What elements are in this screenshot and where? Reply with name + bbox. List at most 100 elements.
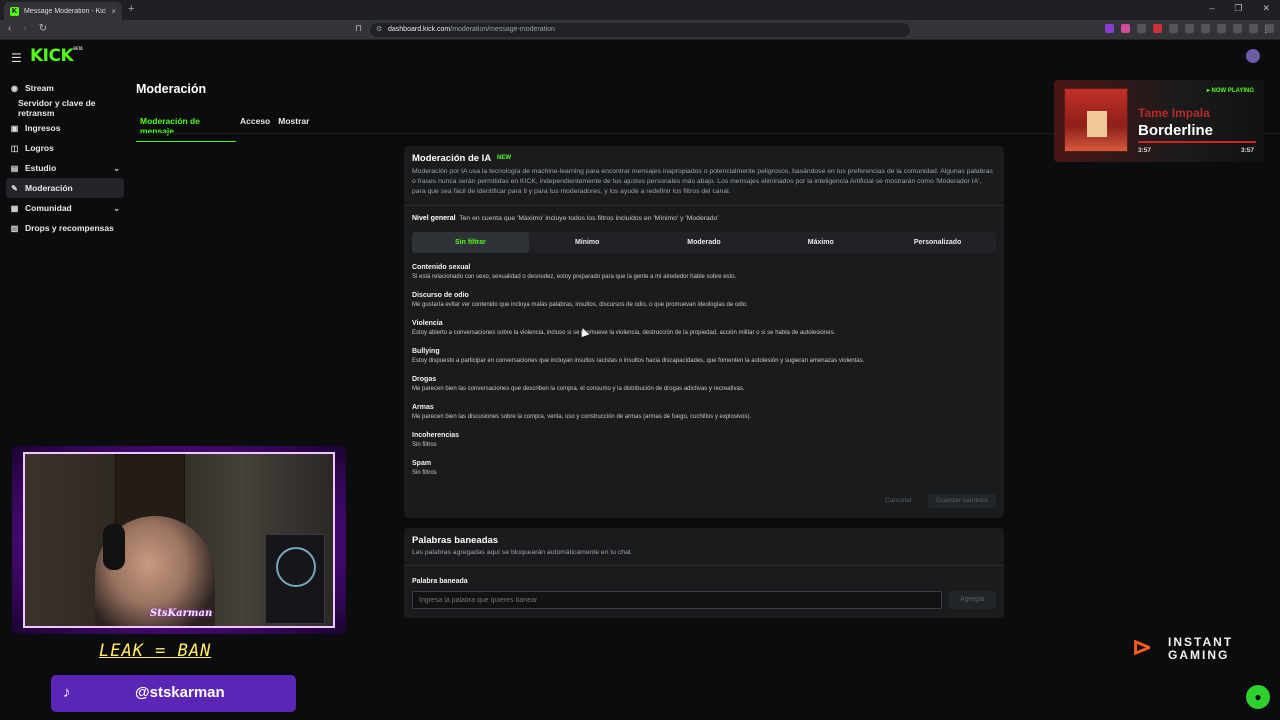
banned-words-title: Palabras baneadas [412,535,499,546]
new-tab-button[interactable]: + [128,3,134,15]
url-field[interactable]: ⚙ dashboard.kick.com/moderation/message-… [370,23,910,37]
wrench-icon: ✎ [11,183,18,193]
category-name: Armas [412,404,434,411]
sidebar-item-drops[interactable]: ▥ Drops y recompensas [6,218,124,238]
instant-gaming-text: INSTANT GAMING [1168,635,1234,662]
instant-gaming-logo: ⊳ INSTANT GAMING [1132,634,1242,664]
album-art [1064,88,1128,152]
song-title: Borderline [1138,122,1214,139]
sidebar-item-moderation[interactable]: ✎ Moderación [6,178,124,198]
browser-menu-icon[interactable]: ⋮ [1261,24,1270,35]
tab-access[interactable]: Acceso [236,116,274,142]
restore-icon[interactable]: ❐ [1234,3,1242,14]
forward-icon[interactable]: › [23,23,26,34]
avatar[interactable] [1246,49,1260,63]
sidebar-item-label: Comunidad [25,203,72,213]
sidebar-item-server-key[interactable]: Servidor y clave de retransm [6,98,124,118]
window-controls: – ❐ ✕ [1209,3,1270,14]
extension-icon[interactable] [1137,24,1146,33]
category-description: Me parecen bien las conversaciones que d… [412,386,745,392]
tab-message-moderation[interactable]: Moderación de mensaje [136,116,236,142]
sidebar-item-stream[interactable]: ◉ Stream [6,78,124,98]
browser-tab[interactable]: K Message Moderation - Kick Das × [4,2,122,20]
address-bar: ‹ › ↻ ⊓ ⚙ dashboard.kick.com/moderation/… [0,20,1280,40]
level-custom-button[interactable]: Personalizado [879,232,996,253]
chevron-down-icon[interactable]: ⌄ [113,164,120,173]
url-path: /moderation/message-moderation [450,26,555,33]
sidebar: ◉ Stream Servidor y clave de retransm ▣ … [6,78,124,238]
sidebar-item-label: Stream [25,83,54,93]
cancel-button[interactable]: Cancelar [885,497,912,504]
banned-word-input[interactable] [412,591,942,609]
category-name: Contenido sexual [412,264,471,271]
sidebar-item-achievements[interactable]: ◫ Logros [6,138,124,158]
extension-icon[interactable] [1121,24,1130,33]
artist-name: Tame Impala [1138,106,1210,120]
sidebar-item-label: Moderación [25,183,73,193]
browser-tab-title: Message Moderation - Kick Das [24,7,106,15]
add-word-button[interactable]: Agregar [949,591,996,609]
kick-logo[interactable]: KICKBETA [30,46,83,66]
category-list: Contenido sexual Si está relacionado con… [412,263,996,487]
tiktok-banner: ♪ @stskarman [51,675,296,712]
filter-level-selector: Sin filtrar Mínimo Moderado Máximo Perso… [412,232,996,253]
back-icon[interactable]: ‹ [8,23,11,34]
album-art-detail [1087,111,1107,137]
new-badge: NEW [497,155,511,161]
beta-badge: BETA [73,46,83,51]
extension-icon[interactable] [1169,24,1178,33]
leak-ban-banner: LEAK = BAN [99,641,212,661]
close-window-icon[interactable]: ✕ [1262,3,1270,14]
menu-icon[interactable]: ☰ [11,51,22,65]
webcam-name-logo: StsKarman [150,608,213,619]
extension-icon[interactable] [1153,24,1162,33]
category-violence: Violencia Estoy abierto a conversaciones… [412,319,996,347]
logo-text: KICK [30,46,74,66]
extension-icon[interactable] [1105,24,1114,33]
browser-tab-bar: K Message Moderation - Kick Das × + – ❐ … [0,0,1280,20]
tab-close-icon[interactable]: × [111,7,116,16]
sidebar-item-income[interactable]: ▣ Ingresos [6,118,124,138]
webcam-feed [23,452,335,628]
tab-display[interactable]: Mostrar [274,116,313,142]
song-progress-bar [1138,141,1256,143]
trophy-icon: ◫ [10,143,19,153]
category-bullying: Bullying Estoy dispuesto a participar en… [412,347,996,375]
level-minimum-button[interactable]: Mínimo [529,232,646,253]
sidebar-item-label: Logros [25,143,54,153]
chevron-down-icon[interactable]: ⌄ [113,204,120,213]
support-chat-icon[interactable]: ● [1246,685,1270,709]
extension-icon[interactable] [1185,24,1194,33]
browser-nav: ‹ › ↻ [8,23,47,34]
extensions [1105,24,1280,33]
bookmark-icon[interactable]: ⊓ [355,23,362,34]
extension-icon[interactable] [1201,24,1210,33]
gift-icon: ▥ [10,223,19,233]
banned-words-description: Las palabras agregadas aquí se bloqueará… [412,549,633,556]
level-unfiltered-button[interactable]: Sin filtrar [412,232,529,253]
extension-icon[interactable] [1217,24,1226,33]
now-playing-widget: ▸ NOW PLAYING Tame Impala Borderline 3:5… [1054,80,1264,162]
category-description: Sin filtros [412,470,437,476]
minimize-icon[interactable]: – [1209,3,1214,14]
tiktok-icon: ♪ [63,684,71,701]
category-incoherence: Incoherencias Sin filtros [412,431,996,459]
pc-rgb-fan [276,547,316,587]
extension-icon[interactable] [1249,24,1258,33]
kick-favicon-icon: K [10,6,19,16]
category-description: Estoy abierto a conversaciones sobre la … [412,330,836,336]
sidebar-item-community[interactable]: ▦ Comunidad ⌄ [6,198,124,218]
save-changes-button[interactable]: Guardar cambios [928,494,996,508]
level-maximum-button[interactable]: Máximo [762,232,879,253]
reload-icon[interactable]: ↻ [39,23,47,34]
divider [404,565,1004,566]
site-info-icon[interactable]: ⚙ [376,23,382,37]
sidebar-item-label: Ingresos [25,123,61,133]
sidebar-item-studio[interactable]: ▤ Estudio ⌄ [6,158,124,178]
level-moderate-button[interactable]: Moderado [646,232,763,253]
category-weapons: Armas Me parecen bien las discusiones so… [412,403,996,431]
banned-word-label: Palabra baneada [412,578,468,585]
extension-icon[interactable] [1233,24,1242,33]
category-description: Me parecen bien las discusiones sobre la… [412,414,752,420]
instant-gaming-mark-icon: ⊳ [1132,634,1153,661]
